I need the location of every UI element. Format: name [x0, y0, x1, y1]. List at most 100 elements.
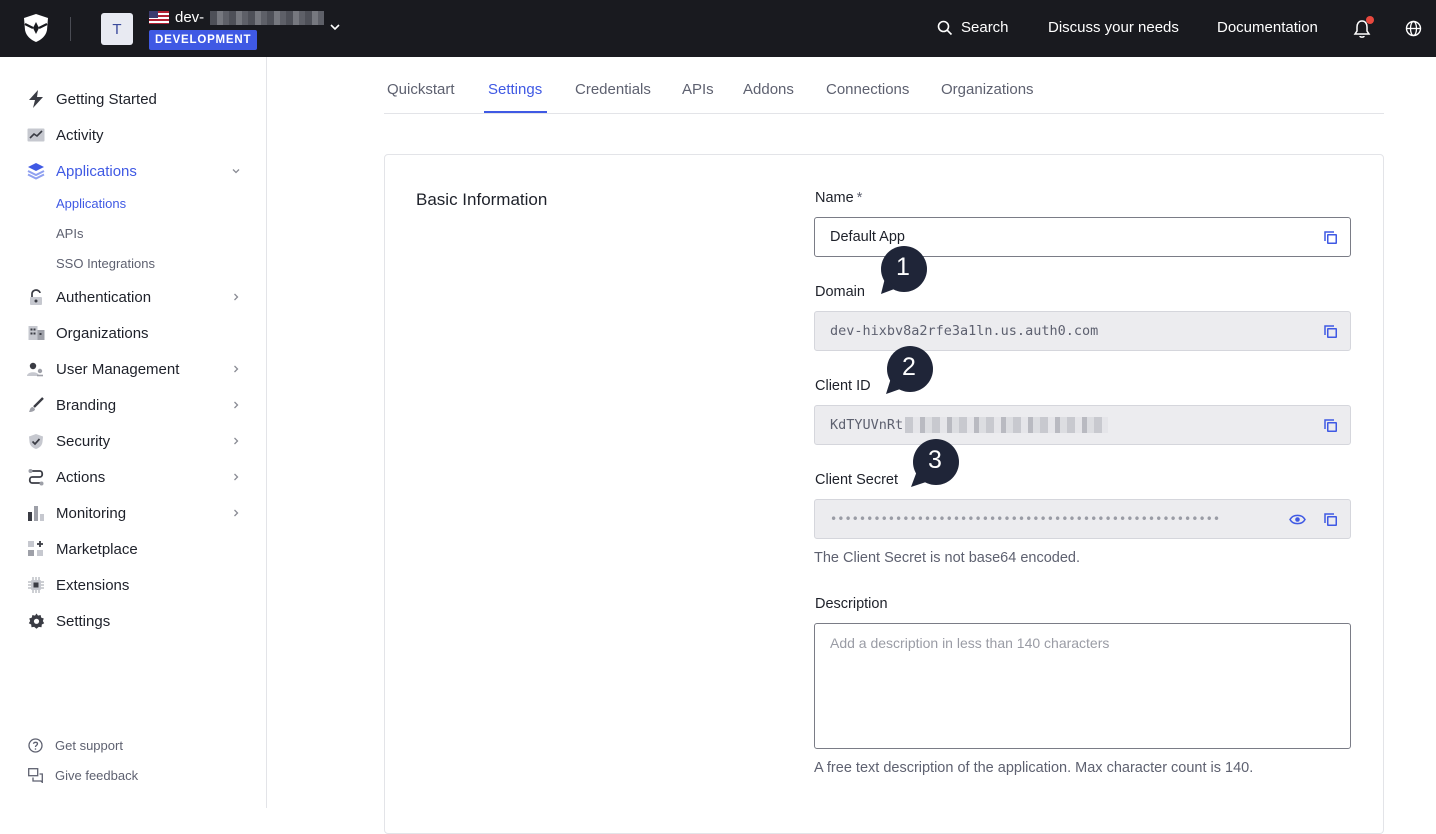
description-label: Description: [815, 596, 888, 612]
tab-connections[interactable]: Connections: [826, 81, 909, 98]
sidebar-item-authentication[interactable]: Authentication: [27, 285, 242, 309]
chevron-right-icon[interactable]: [230, 471, 242, 483]
tenant-name: dev-: [175, 9, 205, 26]
domain-value: dev-hixbv8a2rfe3a1ln.us.auth0.com: [830, 323, 1099, 339]
environment-badge: DEVELOPMENT: [149, 30, 258, 50]
give-feedback-label: Give feedback: [55, 768, 139, 783]
sidebar-item-branding[interactable]: Branding: [27, 393, 242, 417]
client-id-field[interactable]: KdTYUVnRt: [814, 405, 1351, 445]
tab-settings[interactable]: Settings: [488, 81, 542, 98]
lock-icon: [27, 288, 45, 306]
eye-icon[interactable]: [1289, 513, 1306, 526]
search-icon: [937, 20, 953, 35]
grid-plus-icon: [27, 540, 45, 558]
top-bar: T dev- DEVELOPMENT Search Discuss your n…: [0, 0, 1436, 57]
lightning-icon: [27, 90, 45, 108]
tab-apis[interactable]: APIs: [682, 81, 714, 98]
gear-icon: [27, 612, 45, 630]
sidebar-item-label: Security: [56, 432, 111, 450]
copy-icon[interactable]: [1323, 418, 1338, 433]
sidebar-item-organizations[interactable]: Organizations: [27, 321, 242, 345]
name-value: Default App: [830, 229, 905, 245]
sidebar-item-label: User Management: [56, 360, 180, 378]
sidebar-item-label: Getting Started: [56, 90, 157, 108]
client-secret-help: The Client Secret is not base64 encoded.: [814, 550, 1080, 566]
chevron-down-icon[interactable]: [328, 20, 342, 34]
sidebar-item-security[interactable]: Security: [27, 429, 242, 453]
copy-icon[interactable]: [1323, 230, 1338, 245]
annotation-bubble-2: 2: [885, 346, 933, 394]
domain-label: Domain: [815, 284, 865, 300]
shield-check-icon: [27, 432, 45, 450]
building-icon: [27, 324, 45, 342]
sidebar-item-getting-started[interactable]: Getting Started: [27, 87, 242, 111]
subnav-apis[interactable]: APIs: [56, 226, 83, 241]
sidebar-item-label: Settings: [56, 612, 111, 630]
sidebar-item-applications[interactable]: Applications: [27, 159, 242, 183]
search-label: Search: [961, 19, 1009, 36]
chevron-down-icon[interactable]: [230, 165, 242, 177]
get-support-label: Get support: [55, 738, 123, 753]
auth0-logo-icon[interactable]: [22, 13, 50, 43]
domain-field[interactable]: dev-hixbv8a2rfe3a1ln.us.auth0.com: [814, 311, 1351, 351]
us-flag-icon: [149, 11, 169, 24]
tab-quickstart[interactable]: Quickstart: [387, 81, 455, 98]
sidebar-item-settings[interactable]: Settings: [27, 609, 242, 633]
tab-credentials[interactable]: Credentials: [575, 81, 651, 98]
sidebar-item-label: Marketplace: [56, 540, 138, 558]
globe-icon[interactable]: [1405, 20, 1422, 37]
tenant-selector[interactable]: dev-: [149, 9, 325, 26]
sidebar-item-marketplace[interactable]: Marketplace: [27, 537, 242, 561]
chevron-right-icon[interactable]: [230, 363, 242, 375]
copy-icon[interactable]: [1323, 324, 1338, 339]
sidebar-item-label: Extensions: [56, 576, 130, 594]
chevron-right-icon[interactable]: [230, 291, 242, 303]
annotation-number: 3: [928, 446, 942, 474]
discuss-needs-link[interactable]: Discuss your needs: [1048, 19, 1179, 36]
search-button[interactable]: Search: [937, 19, 1009, 36]
topbar-divider: [70, 17, 71, 41]
sidebar-item-monitoring[interactable]: Monitoring: [27, 501, 242, 525]
users-icon: [27, 360, 45, 378]
feedback-icon: [28, 768, 43, 783]
subnav-sso-integrations[interactable]: SSO Integrations: [56, 256, 155, 271]
annotation-bubble-1: 1: [879, 246, 927, 294]
chevron-right-icon[interactable]: [230, 399, 242, 411]
description-textarea[interactable]: Add a description in less than 140 chara…: [814, 623, 1351, 749]
give-feedback-link[interactable]: Give feedback: [28, 768, 138, 783]
sidebar-item-extensions[interactable]: Extensions: [27, 573, 242, 597]
app-tabs: Quickstart Settings Credentials APIs Add…: [384, 57, 1384, 114]
chevron-right-icon[interactable]: [230, 435, 242, 447]
name-label-text: Name: [815, 190, 854, 206]
sidebar-item-label: Activity: [56, 126, 104, 144]
sidebar-item-label: Organizations: [56, 324, 149, 342]
redacted-client-id: [905, 417, 1109, 433]
brush-icon: [27, 396, 45, 414]
tab-addons[interactable]: Addons: [743, 81, 794, 98]
sidebar-item-user-management[interactable]: User Management: [27, 357, 242, 381]
client-id-label: Client ID: [815, 378, 871, 394]
activity-chart-icon: [27, 126, 45, 144]
sidebar-item-label: Authentication: [56, 288, 152, 306]
help-circle-icon: [28, 738, 43, 753]
required-marker: *: [856, 190, 863, 206]
flow-icon: [27, 468, 45, 486]
active-tab-indicator: [484, 111, 547, 113]
sidebar-item-activity[interactable]: Activity: [27, 123, 242, 147]
tab-organizations[interactable]: Organizations: [941, 81, 1034, 98]
chevron-right-icon[interactable]: [230, 507, 242, 519]
annotation-bubble-3: 3: [911, 439, 959, 487]
notification-dot: [1366, 16, 1374, 24]
subnav-applications[interactable]: Applications: [56, 196, 126, 211]
annotation-number: 2: [902, 353, 916, 381]
get-support-link[interactable]: Get support: [28, 738, 123, 753]
client-id-value: KdTYUVnRt: [830, 417, 904, 433]
tenant-avatar[interactable]: T: [101, 13, 133, 45]
documentation-link[interactable]: Documentation: [1217, 19, 1318, 36]
section-title: Basic Information: [416, 190, 548, 209]
sidebar-item-actions[interactable]: Actions: [27, 465, 242, 489]
copy-icon[interactable]: [1323, 512, 1338, 527]
annotation-number: 1: [896, 253, 910, 281]
client-secret-field[interactable]: ••••••••••••••••••••••••••••••••••••••••…: [814, 499, 1351, 539]
sidebar-item-label: Actions: [56, 468, 106, 486]
